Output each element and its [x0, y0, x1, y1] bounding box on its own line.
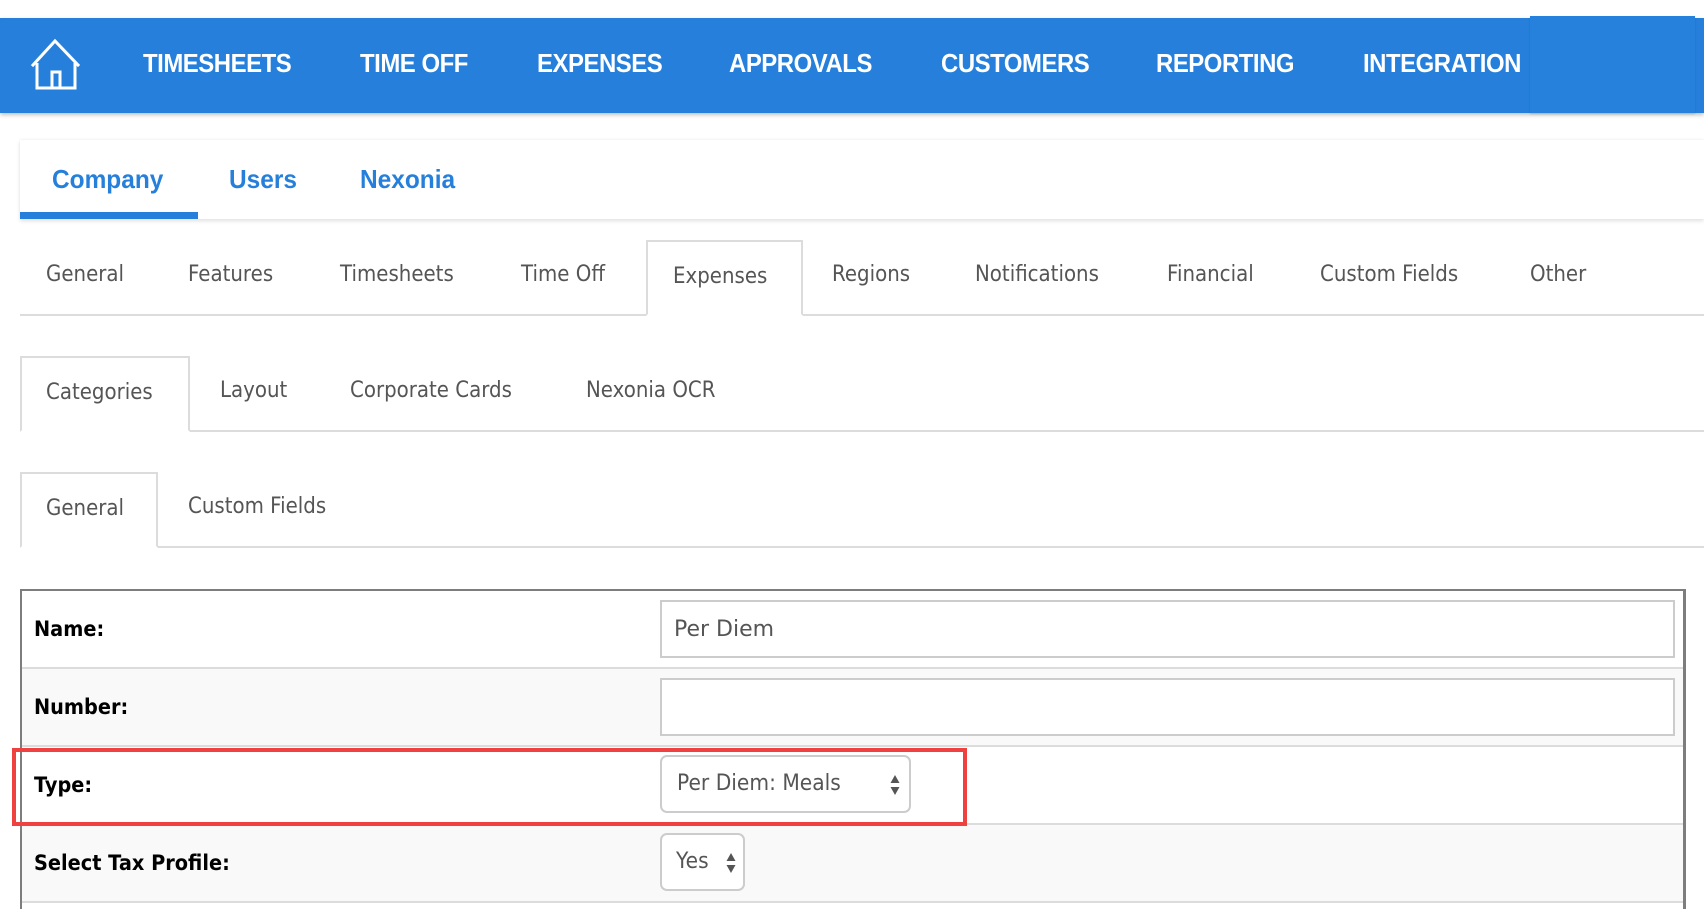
category-form: Name: Number: Type: Per Diem: Meals Sele… — [20, 589, 1686, 909]
tab-regions-label: Regions — [832, 262, 911, 287]
nav-timesheets[interactable]: TIMESHEETS — [143, 46, 292, 80]
nav-expenses[interactable]: EXPENSES — [537, 46, 663, 80]
nav-customers[interactable]: CUSTOMERS — [941, 46, 1090, 80]
tab-corporate-cards-label: Corporate Cards — [350, 378, 512, 403]
tab-time-off[interactable]: Time Off — [521, 240, 614, 316]
tab-general[interactable]: General — [20, 240, 156, 316]
tab-financial[interactable]: Financial — [1167, 240, 1263, 316]
tab-users[interactable]: Users — [229, 140, 301, 219]
number-input[interactable] — [660, 678, 1675, 736]
tax-profile-select[interactable]: Yes — [660, 833, 745, 891]
name-input[interactable] — [660, 600, 1675, 658]
name-label: Name: — [34, 617, 105, 641]
tab-financial-label: Financial — [1167, 262, 1254, 287]
select-arrows-icon — [726, 852, 736, 874]
tab-features-label: Features — [188, 262, 274, 287]
nav-approvals[interactable]: APPROVALS — [729, 46, 872, 80]
tab-time-off-label: Time Off — [521, 262, 605, 287]
type-label: Type: — [34, 773, 93, 797]
tab-expenses[interactable]: Expenses — [646, 240, 803, 316]
tab-nexonia-label: Nexonia — [360, 164, 456, 194]
number-label: Number: — [34, 695, 129, 719]
tab-layout-label: Layout — [220, 378, 288, 403]
tab-categories-label: Categories — [46, 380, 153, 405]
home-icon — [30, 38, 81, 90]
tab-regions[interactable]: Regions — [832, 240, 919, 316]
nav-reporting[interactable]: REPORTING — [1156, 46, 1295, 80]
tab-custom-fields[interactable]: Custom Fields — [1320, 240, 1474, 316]
tab-company-label: Company — [52, 164, 164, 194]
tab-category-general[interactable]: General — [20, 472, 158, 548]
tab-nexonia-ocr[interactable]: Nexonia OCR — [586, 356, 730, 432]
tab-timesheets[interactable]: Timesheets — [340, 240, 466, 316]
form-row-number: Number: — [22, 669, 1683, 747]
tab-corporate-cards[interactable]: Corporate Cards — [350, 356, 530, 432]
tax-profile-select-value: Yes — [676, 849, 709, 874]
tab-categories[interactable]: Categories — [20, 356, 190, 432]
nav-time-off[interactable]: TIME OFF — [360, 46, 468, 80]
tab-other-label: Other — [1530, 262, 1587, 287]
form-row-tax-profile: Select Tax Profile: Yes — [22, 825, 1683, 903]
active-tab-indicator — [20, 212, 198, 219]
tab-company[interactable]: Company — [52, 140, 170, 219]
tab-users-label: Users — [229, 164, 297, 194]
settings-tabs: General Features Timesheets Time Off Exp… — [20, 240, 1704, 316]
tab-general-label: General — [46, 262, 125, 287]
tab-expenses-label: Expenses — [673, 264, 768, 289]
tab-category-custom-fields[interactable]: Custom Fields — [188, 472, 342, 548]
tab-category-custom-fields-label: Custom Fields — [188, 494, 327, 519]
form-row-type: Type: Per Diem: Meals — [22, 747, 1683, 825]
home-button[interactable] — [28, 34, 86, 94]
tab-custom-fields-label: Custom Fields — [1320, 262, 1459, 287]
tab-timesheets-label: Timesheets — [340, 262, 454, 287]
tab-layout[interactable]: Layout — [220, 356, 295, 432]
category-tabs: General Custom Fields — [20, 472, 1704, 548]
section-tabs: Company Users Nexonia — [20, 140, 1704, 219]
top-nav-user-area — [1530, 16, 1695, 113]
form-row-name: Name: — [22, 591, 1683, 669]
tab-notifications-label: Notifications — [975, 262, 1099, 287]
tab-category-general-label: General — [46, 496, 125, 521]
type-select[interactable]: Per Diem: Meals — [660, 755, 911, 813]
nav-integration[interactable]: INTEGRATION — [1363, 46, 1521, 80]
tab-nexonia-ocr-label: Nexonia OCR — [586, 378, 716, 403]
tab-features[interactable]: Features — [188, 240, 283, 316]
tab-nexonia[interactable]: Nexonia — [360, 140, 461, 219]
expense-tabs: Categories Layout Corporate Cards Nexoni… — [20, 356, 1704, 432]
tab-notifications[interactable]: Notifications — [975, 240, 1113, 316]
tab-other[interactable]: Other — [1530, 240, 1592, 316]
type-select-value: Per Diem: Meals — [677, 771, 841, 796]
tax-profile-label: Select Tax Profile: — [34, 851, 230, 875]
select-arrows-icon — [890, 774, 900, 796]
